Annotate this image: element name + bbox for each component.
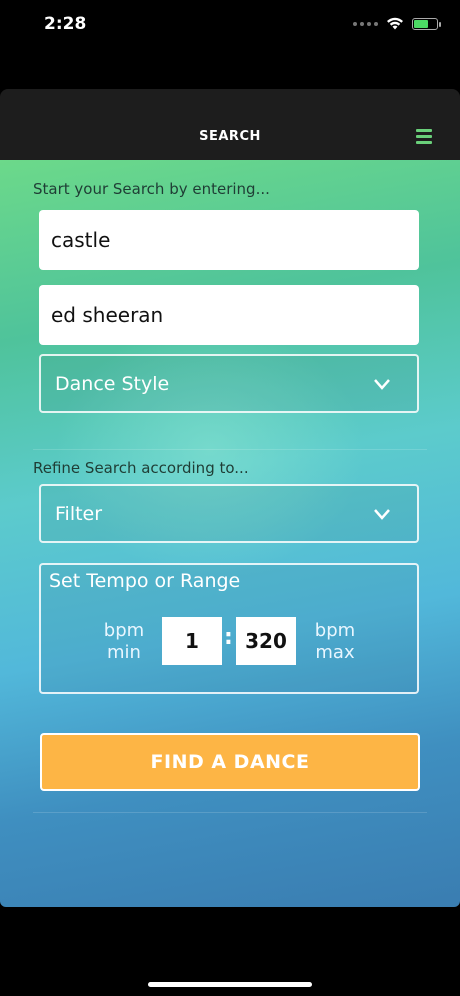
bpm-max-input[interactable]: 320: [236, 617, 296, 665]
header: SEARCH: [0, 89, 460, 160]
battery-icon: [412, 17, 441, 30]
bpm-min-label: bpm min: [99, 620, 149, 664]
wifi-icon: [387, 17, 403, 30]
refine-section-label: Refine Search according to...: [33, 459, 249, 477]
divider: [33, 449, 427, 450]
dance-style-label: Dance Style: [55, 372, 170, 395]
artist-input[interactable]: ed sheeran: [39, 285, 419, 345]
bpm-max-label: bpm max: [310, 620, 360, 664]
bpm-min-label-unit: bpm: [103, 620, 145, 641]
song-title-input[interactable]: castle: [39, 210, 419, 270]
status-time: 2:28: [44, 14, 87, 34]
divider: [33, 812, 427, 813]
chevron-down-icon: [374, 378, 390, 390]
tempo-title: Set Tempo or Range: [49, 570, 241, 592]
status-bar: 2:28: [0, 0, 460, 50]
find-a-dance-button[interactable]: FIND A DANCE: [40, 733, 420, 791]
tempo-panel: Set Tempo or Range bpm min 1 : 320 bpm m…: [39, 563, 419, 694]
bpm-max-label-text: max: [315, 642, 355, 663]
chevron-down-icon: [374, 508, 390, 520]
bpm-min-input[interactable]: 1: [162, 617, 222, 665]
dance-style-select[interactable]: Dance Style: [39, 354, 419, 413]
search-section-label: Start your Search by entering...: [33, 180, 270, 198]
filter-select[interactable]: Filter: [39, 484, 419, 543]
bpm-min-label-text: min: [107, 642, 141, 663]
search-form: Start your Search by entering... castle …: [0, 160, 460, 907]
home-indicator[interactable]: [148, 982, 312, 987]
app-frame: SEARCH Start your Search by entering... …: [0, 89, 460, 907]
status-icons: [353, 17, 441, 30]
page-title: SEARCH: [199, 129, 261, 144]
filter-label: Filter: [55, 502, 103, 525]
signal-icon: [353, 21, 378, 26]
tempo-separator: :: [224, 625, 233, 650]
bpm-max-label-unit: bpm: [314, 620, 356, 641]
hamburger-menu-icon[interactable]: [416, 129, 432, 144]
